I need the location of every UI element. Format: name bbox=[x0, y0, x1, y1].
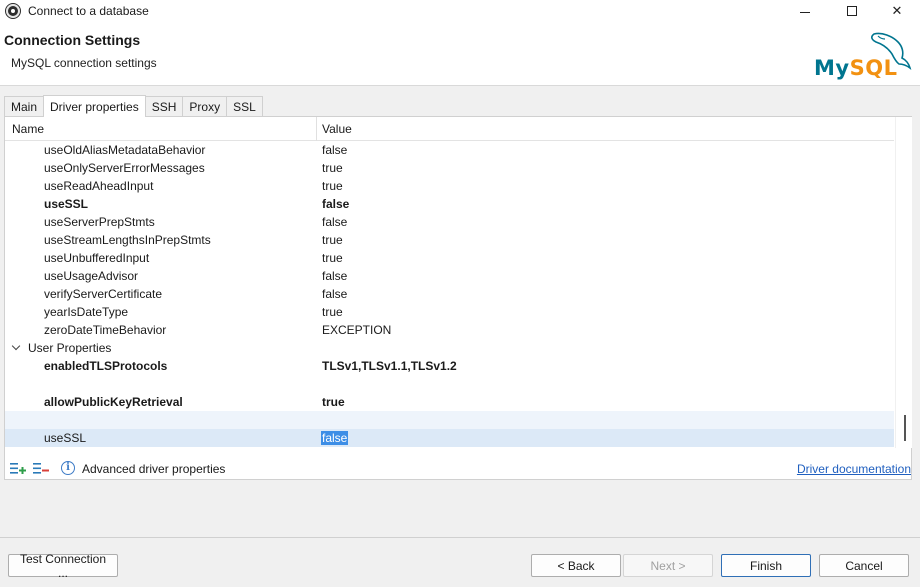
table-row-selected[interactable]: useSSL false bbox=[5, 429, 894, 447]
maximize-icon bbox=[847, 6, 857, 16]
maximize-button[interactable] bbox=[829, 0, 875, 22]
test-connection-button[interactable]: Test Connection ... bbox=[8, 552, 118, 580]
property-value[interactable]: false bbox=[322, 197, 349, 211]
driver-documentation-link[interactable]: Driver documentation bbox=[797, 462, 911, 476]
property-value[interactable]: false bbox=[322, 287, 347, 301]
panel-footer: i Advanced driver properties Driver docu… bbox=[5, 457, 911, 480]
remove-property-icon[interactable] bbox=[33, 462, 49, 475]
advanced-driver-properties-label: Advanced driver properties bbox=[82, 462, 226, 476]
user-properties-group[interactable]: User Properties bbox=[5, 339, 894, 357]
table-row[interactable]: useStreamLengthsInPrepStmts true bbox=[5, 231, 894, 249]
tab-driver-properties[interactable]: Driver properties bbox=[43, 95, 146, 117]
property-value[interactable]: false bbox=[322, 215, 347, 229]
column-divider[interactable] bbox=[316, 117, 317, 141]
close-button[interactable]: ✕ bbox=[874, 0, 920, 22]
finish-button[interactable]: Finish bbox=[721, 554, 811, 577]
table-row[interactable]: useUnbufferedInput true bbox=[5, 249, 894, 267]
property-value[interactable]: true bbox=[322, 395, 345, 409]
driver-properties-panel: Name Value useOldAliasMetadataBehavior f… bbox=[4, 116, 912, 480]
page-title: Connection Settings bbox=[4, 32, 141, 48]
property-name: enabledTLSProtocols bbox=[44, 359, 168, 373]
property-name: useUsageAdvisor bbox=[44, 269, 139, 283]
table-row[interactable]: yearIsDateType true bbox=[5, 303, 894, 321]
property-value[interactable]: true bbox=[322, 161, 343, 175]
property-name: allowPublicKeyRetrieval bbox=[44, 395, 183, 409]
property-value[interactable]: true bbox=[322, 251, 343, 265]
table-row-empty bbox=[5, 411, 894, 429]
bottom-divider bbox=[0, 537, 920, 538]
group-label: User Properties bbox=[28, 341, 112, 355]
vertical-scrollbar[interactable] bbox=[895, 117, 912, 448]
property-name: useOnlyServerErrorMessages bbox=[44, 161, 205, 175]
property-name: zeroDateTimeBehavior bbox=[44, 323, 167, 337]
tab-main[interactable]: Main bbox=[4, 96, 45, 117]
table-row[interactable]: useSSL false bbox=[5, 195, 894, 213]
table-row[interactable]: useReadAheadInput true bbox=[5, 177, 894, 195]
property-value[interactable]: true bbox=[322, 179, 343, 193]
tab-proxy[interactable]: Proxy bbox=[182, 96, 228, 117]
property-value[interactable]: TLSv1,TLSv1.1,TLSv1.2 bbox=[322, 359, 457, 373]
property-name: useOldAliasMetadataBehavior bbox=[44, 143, 206, 157]
table-row[interactable]: zeroDateTimeBehavior EXCEPTION bbox=[5, 321, 894, 339]
property-name: useSSL bbox=[44, 431, 87, 445]
table-row[interactable]: useServerPrepStmts false bbox=[5, 213, 894, 231]
property-name: yearIsDateType bbox=[44, 305, 129, 319]
selected-value-text[interactable]: false bbox=[321, 431, 349, 445]
table-row[interactable]: enabledTLSProtocols TLSv1,TLSv1.1,TLSv1.… bbox=[5, 357, 894, 375]
properties-tree: useOldAliasMetadataBehavior false useOnl… bbox=[5, 141, 894, 447]
table-row[interactable]: verifyServerCertificate false bbox=[5, 285, 894, 303]
mysql-logo: MySQL bbox=[812, 28, 916, 84]
property-value[interactable]: false bbox=[322, 269, 347, 283]
dbeaver-app-icon bbox=[5, 3, 21, 19]
cancel-button[interactable]: Cancel bbox=[819, 554, 909, 577]
property-value[interactable]: EXCEPTION bbox=[322, 323, 391, 337]
scrollbar-thumb[interactable] bbox=[904, 415, 906, 441]
title-bar: Connect to a database ✕ bbox=[0, 0, 920, 22]
mysql-wordmark: MySQL bbox=[814, 56, 898, 80]
close-icon: ✕ bbox=[891, 3, 903, 18]
dialog-header: Connection Settings MySQL connection set… bbox=[0, 22, 920, 86]
property-name: verifyServerCertificate bbox=[44, 287, 163, 301]
chevron-down-icon[interactable] bbox=[11, 341, 21, 351]
back-button[interactable]: < Back bbox=[531, 554, 621, 577]
column-header-value[interactable]: Value bbox=[322, 122, 352, 136]
property-name: useUnbufferedInput bbox=[44, 251, 150, 265]
minimize-button[interactable] bbox=[782, 0, 828, 22]
property-name: useReadAheadInput bbox=[44, 179, 154, 193]
table-header: Name Value bbox=[5, 117, 894, 141]
property-name: useSSL bbox=[44, 197, 89, 211]
property-value-editor[interactable]: false bbox=[321, 431, 349, 445]
info-icon: i bbox=[61, 461, 75, 475]
table-row[interactable]: useOldAliasMetadataBehavior false bbox=[5, 141, 894, 159]
column-header-name[interactable]: Name bbox=[12, 122, 44, 136]
table-row[interactable]: allowPublicKeyRetrieval true bbox=[5, 393, 894, 411]
table-row-empty bbox=[5, 375, 894, 393]
tab-bar: Main Driver properties SSH Proxy SSL bbox=[4, 95, 263, 117]
table-row[interactable]: useUsageAdvisor false bbox=[5, 267, 894, 285]
property-name: useServerPrepStmts bbox=[44, 215, 155, 229]
property-value[interactable]: true bbox=[322, 233, 343, 247]
next-button[interactable]: Next > bbox=[623, 554, 713, 577]
tab-ssh[interactable]: SSH bbox=[144, 96, 184, 117]
add-property-icon[interactable] bbox=[10, 462, 26, 475]
property-value[interactable]: true bbox=[322, 305, 343, 319]
window-title: Connect to a database bbox=[28, 4, 149, 18]
property-value[interactable]: false bbox=[322, 143, 347, 157]
minimize-icon bbox=[800, 11, 810, 13]
property-name: useStreamLengthsInPrepStmts bbox=[44, 233, 211, 247]
table-row[interactable]: useOnlyServerErrorMessages true bbox=[5, 159, 894, 177]
tab-ssl[interactable]: SSL bbox=[226, 96, 263, 117]
page-subtitle: MySQL connection settings bbox=[11, 56, 157, 70]
